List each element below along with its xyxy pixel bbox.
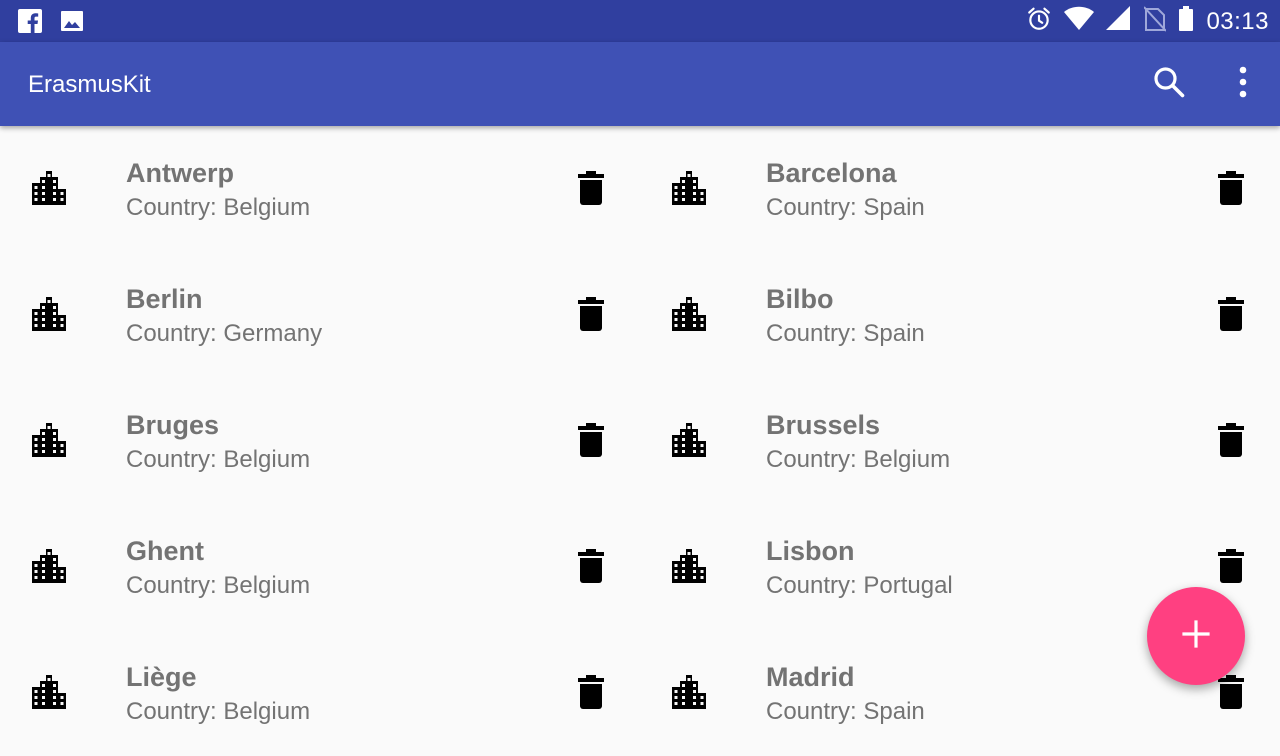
city-country: Country: Belgium bbox=[126, 698, 311, 725]
list-item[interactable]: Bilbo Country: Spain bbox=[640, 252, 1280, 378]
city-list: Antwerp Country: Belgium Barcelona Count… bbox=[0, 126, 1280, 725]
signal-icon bbox=[1106, 6, 1132, 37]
city-country: Country: Belgium bbox=[126, 194, 311, 221]
search-button[interactable] bbox=[1132, 42, 1206, 126]
city-icon bbox=[32, 297, 66, 331]
city-country: Country: Belgium bbox=[766, 446, 951, 473]
city-country: Country: Spain bbox=[766, 698, 925, 725]
trash-icon bbox=[1218, 548, 1244, 588]
trash-icon bbox=[1218, 674, 1244, 714]
app-bar-actions bbox=[1132, 42, 1280, 126]
delete-button[interactable] bbox=[570, 421, 612, 463]
city-icon bbox=[32, 549, 66, 583]
overflow-menu-button[interactable] bbox=[1206, 42, 1280, 126]
delete-button[interactable] bbox=[570, 673, 612, 715]
status-bar: 03:13 bbox=[0, 0, 1280, 42]
add-icon bbox=[1182, 619, 1210, 653]
trash-icon bbox=[1218, 296, 1244, 336]
city-icon bbox=[32, 423, 66, 457]
city-icon bbox=[32, 675, 66, 709]
notification-icons bbox=[18, 9, 84, 38]
trash-icon bbox=[578, 296, 604, 336]
trash-icon bbox=[578, 674, 604, 714]
city-icon bbox=[672, 423, 706, 457]
delete-button[interactable] bbox=[570, 169, 612, 211]
city-country: Country: Portugal bbox=[766, 572, 953, 599]
city-name: Ghent bbox=[126, 536, 204, 566]
more-vert-icon bbox=[1238, 66, 1248, 103]
trash-icon bbox=[1218, 422, 1244, 462]
trash-icon bbox=[578, 170, 604, 210]
city-icon bbox=[672, 549, 706, 583]
delete-button[interactable] bbox=[570, 295, 612, 337]
city-name: Berlin bbox=[126, 284, 203, 314]
city-name: Brussels bbox=[766, 410, 881, 440]
wifi-icon bbox=[1064, 6, 1095, 37]
list-item[interactable]: Berlin Country: Germany bbox=[0, 252, 640, 378]
clock: 03:13 bbox=[1206, 7, 1269, 35]
image-icon bbox=[60, 9, 84, 38]
city-country: Country: Germany bbox=[126, 320, 323, 347]
delete-button[interactable] bbox=[1210, 421, 1252, 463]
city-icon bbox=[672, 171, 706, 205]
list-item[interactable]: Antwerp Country: Belgium bbox=[0, 126, 640, 252]
search-icon bbox=[1152, 65, 1186, 104]
city-name: Bilbo bbox=[766, 284, 834, 314]
city-name: Bruges bbox=[126, 410, 220, 440]
app-bar: ErasmusKit bbox=[0, 42, 1280, 126]
trash-icon bbox=[578, 422, 604, 462]
city-icon bbox=[672, 675, 706, 709]
city-name: Antwerp bbox=[126, 158, 234, 188]
city-icon bbox=[672, 297, 706, 331]
system-icons: 03:13 bbox=[1026, 6, 1269, 37]
city-country: Country: Spain bbox=[766, 320, 925, 347]
city-name: Madrid bbox=[766, 662, 855, 692]
add-city-button[interactable] bbox=[1147, 587, 1245, 685]
trash-icon bbox=[578, 548, 604, 588]
city-icon bbox=[32, 171, 66, 205]
list-item[interactable]: Bruges Country: Belgium bbox=[0, 378, 640, 504]
battery-icon bbox=[1178, 6, 1194, 37]
city-country: Country: Belgium bbox=[126, 446, 311, 473]
list-item[interactable]: Brussels Country: Belgium bbox=[640, 378, 1280, 504]
city-name: Barcelona bbox=[766, 158, 897, 188]
trash-icon bbox=[1218, 170, 1244, 210]
delete-button[interactable] bbox=[1210, 169, 1252, 211]
city-name: Lisbon bbox=[766, 536, 855, 566]
app-title: ErasmusKit bbox=[28, 71, 151, 98]
alarm-icon bbox=[1026, 6, 1052, 37]
facebook-icon bbox=[18, 9, 42, 38]
no-sim-icon bbox=[1143, 6, 1168, 37]
delete-button[interactable] bbox=[570, 547, 612, 589]
list-item[interactable]: Ghent Country: Belgium bbox=[0, 504, 640, 630]
city-name: Liège bbox=[126, 662, 197, 692]
city-country: Country: Spain bbox=[766, 194, 925, 221]
list-item[interactable]: Liège Country: Belgium bbox=[0, 630, 640, 756]
city-country: Country: Belgium bbox=[126, 572, 311, 599]
delete-button[interactable] bbox=[1210, 295, 1252, 337]
delete-button[interactable] bbox=[1210, 547, 1252, 589]
list-item[interactable]: Barcelona Country: Spain bbox=[640, 126, 1280, 252]
